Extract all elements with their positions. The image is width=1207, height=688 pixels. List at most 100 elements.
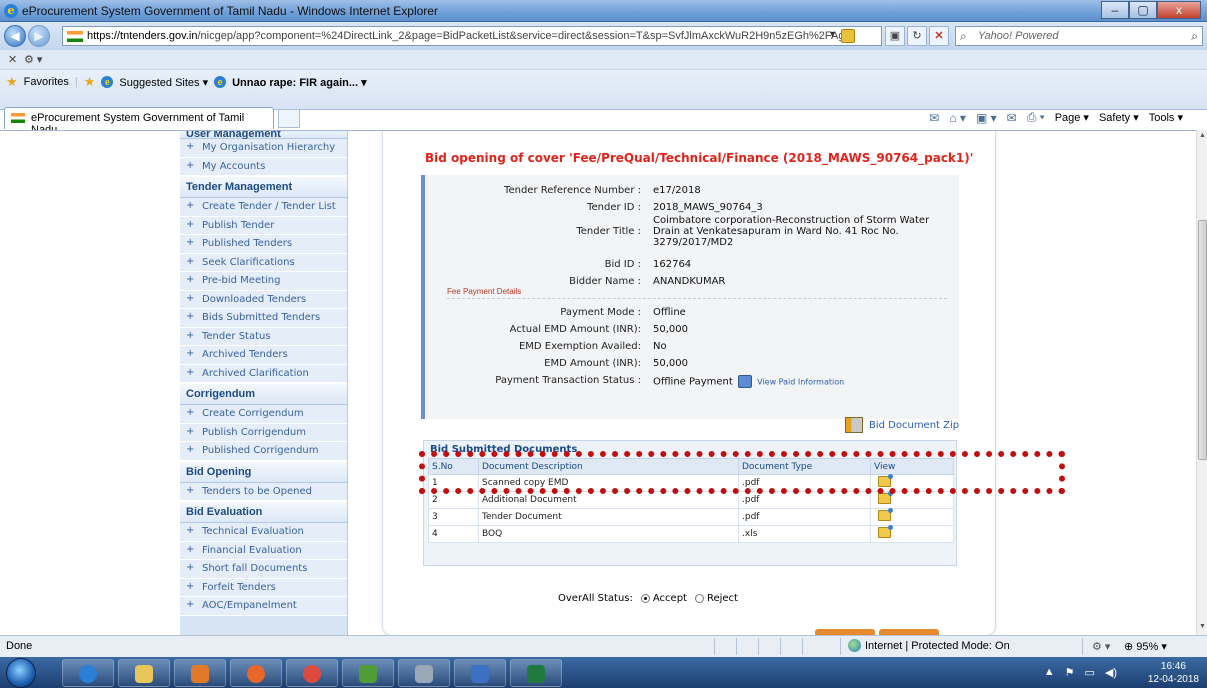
safety-menu[interactable]: Safety ▾ [1099,111,1139,124]
search-icon[interactable]: ⌕ [1191,29,1198,44]
address-dropdown-icon[interactable]: ▼ [828,29,837,39]
taskbar-excel[interactable] [510,659,562,687]
taskbar-app[interactable] [454,659,506,687]
cell-type: .xls [738,525,871,543]
menu-item-my-accounts[interactable]: My Accounts [180,157,347,176]
bid-document-zip-link[interactable]: Bid Document Zip [845,417,959,433]
volume-icon[interactable]: ◀) [1105,666,1117,679]
menu-item-published-tenders[interactable]: Published Tenders [180,235,347,254]
taskbar-chrome[interactable] [286,659,338,687]
menu-section-corrigendum: Corrigendum [180,383,347,405]
taskbar-explorer[interactable] [118,659,170,687]
menu-item-my-organisation-hierarchy[interactable]: My Organisation Hierarchy [180,139,347,158]
menu-item-publish-tender[interactable]: Publish Tender [180,216,347,235]
tab-favicon-icon [11,113,25,123]
accept-radio[interactable]: Accept [640,593,687,604]
menu-item-archived-tenders[interactable]: Archived Tenders [180,346,347,365]
page-menu[interactable]: Page ▾ [1055,111,1089,124]
unnao-link[interactable]: Unnao rape: FIR again... ▾ [232,76,366,89]
menu-item-publish-corrigendum[interactable]: Publish Corrigendum [180,423,347,442]
taskbar-ie[interactable] [62,659,114,687]
outlook-icon [191,665,209,683]
home-icon[interactable]: ⌂ ▾ [949,111,966,125]
table-row: 4 BOQ .xls [428,525,954,543]
add-favorites-icon[interactable]: ★ [84,74,96,90]
accept-label: Accept [652,593,687,604]
reject-radio[interactable]: Reject [694,593,738,604]
clock[interactable]: 16:46 12-04-2018 [1148,660,1199,686]
feeds-icon[interactable]: ✉ [929,111,939,125]
menu-item-create-tender[interactable]: Create Tender / Tender List [180,198,347,217]
menu-item-archived-clarification[interactable]: Archived Clarification [180,364,347,383]
stop-icon[interactable]: ✕ [929,26,949,46]
address-bar[interactable]: https://tntenders.gov.in/nicgep/app?comp… [62,26,882,46]
back-button[interactable]: ◀ [4,25,26,47]
tender-title-label: Tender Title : [576,226,641,237]
status-bar: Done Internet | Protected Mode: On ⚙ ▾ ⊕… [0,635,1207,657]
close-toolbar-icon[interactable]: ✕ [8,53,17,66]
search-input[interactable]: ⌕ Yahoo! Powered ⌕ [955,26,1203,46]
print-icon[interactable]: ⎙ ▾ [1027,110,1045,125]
view-document-icon[interactable] [878,508,893,521]
actual-emd-value: 50,000 [653,324,688,335]
menu-item-technical-evaluation[interactable]: Technical Evaluation [180,523,347,542]
tray-expand-icon[interactable]: ▲ [1044,666,1055,679]
menu-item-tender-status[interactable]: Tender Status [180,327,347,346]
cell-description: BOQ [478,525,739,543]
menu-item-aoc-empanelment[interactable]: AOC/Empanelment [180,597,347,616]
menu-item-seek-clarifications[interactable]: Seek Clarifications [180,253,347,272]
network-icon[interactable]: ▭ [1084,666,1094,679]
protected-mode-icon[interactable]: ⚙ ▾ [1092,640,1110,653]
scroll-thumb[interactable] [1198,220,1207,460]
security-zone[interactable]: Internet | Protected Mode: On [848,639,1010,652]
scroll-up-icon[interactable]: ▲ [1198,132,1207,142]
zoom-level[interactable]: ⊕ 95% ▾ [1124,640,1167,653]
refresh-icon[interactable]: ↻ [907,26,927,46]
taskbar-firefox[interactable] [230,659,282,687]
menu-item-published-corrigendum[interactable]: Published Corrigendum [180,442,347,461]
minimize-button[interactable]: – [1101,1,1129,19]
forward-button[interactable]: ▶ [28,25,50,47]
start-button[interactable] [6,658,36,688]
radio-unselected-icon [694,594,704,603]
menu-item-forfeit-tenders[interactable]: Forfeit Tenders [180,578,347,597]
rss-icon[interactable]: ▣ ▾ [976,111,997,125]
lock-icon[interactable] [841,29,855,43]
payment-mode-value: Offline [653,307,686,318]
mail-icon[interactable]: ✉ [1007,111,1017,125]
view-document-icon[interactable] [878,525,893,538]
menu-item-downloaded-tenders[interactable]: Downloaded Tenders [180,290,347,309]
new-tab-button[interactable] [278,109,300,128]
page-viewport: User Management My Organisation Hierarch… [0,130,1196,635]
taskbar-calculator[interactable] [398,659,450,687]
tender-id-value: 2018_MAWS_90764_3 [653,202,763,213]
vertical-scrollbar[interactable]: ▲ ▼ [1196,130,1207,635]
compatibility-view-icon[interactable]: ▣ [885,26,905,46]
taskbar-outlook[interactable] [174,659,226,687]
tray-flag-icon[interactable]: ⚑ [1065,666,1075,679]
cell-sno: 2 [428,491,479,509]
favorites-button[interactable]: Favorites [24,76,69,88]
view-paid-icon[interactable] [737,375,752,388]
maximize-button[interactable]: ▢ [1129,1,1157,19]
clock-time: 16:46 [1160,661,1186,672]
menu-item-financial-evaluation[interactable]: Financial Evaluation [180,541,347,560]
addon-icon[interactable]: ⚙ ▾ [24,53,42,66]
tools-menu[interactable]: Tools ▾ [1149,111,1183,124]
view-document-icon[interactable] [878,491,893,504]
taskbar-frog-app[interactable] [342,659,394,687]
favorites-star-icon[interactable]: ★ [6,74,18,90]
menu-item-create-corrigendum[interactable]: Create Corrigendum [180,405,347,424]
menu-item-short-fall-documents[interactable]: Short fall Documents [180,560,347,579]
scroll-down-icon[interactable]: ▼ [1198,623,1207,633]
menu-item-pre-bid-meeting[interactable]: Pre-bid Meeting [180,272,347,291]
ie-icon [79,665,97,683]
menu-item-tenders-to-be-opened[interactable]: Tenders to be Opened [180,482,347,501]
menu-item-bids-submitted-tenders[interactable]: Bids Submitted Tenders [180,309,347,328]
browser-tab[interactable]: eProcurement System Government of Tamil … [4,107,274,136]
excel-icon [527,665,545,683]
suggested-sites-link[interactable]: Suggested Sites ▾ [119,76,208,89]
view-paid-link[interactable]: View Paid Information [757,378,844,387]
zone-label: Internet | Protected Mode: On [865,639,1010,652]
close-button[interactable]: x [1157,1,1201,19]
